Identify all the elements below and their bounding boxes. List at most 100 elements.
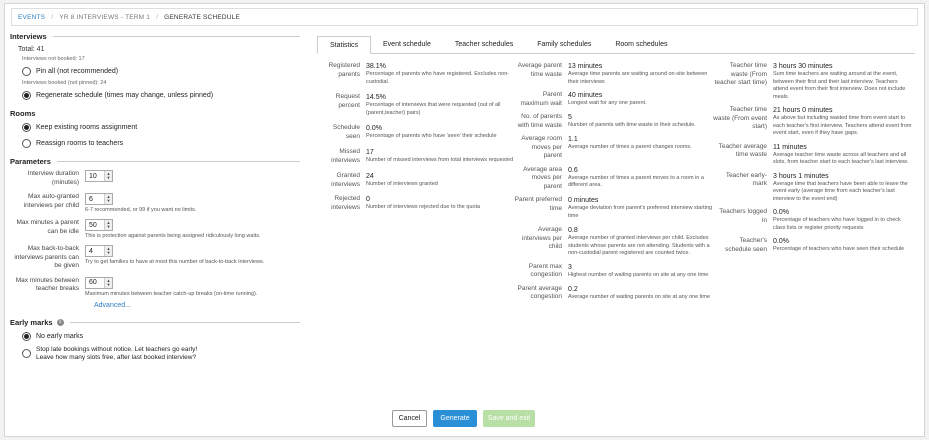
- param-teacher-breaks: Max minutes between teacher breaks 60 ▲ ▼…: [10, 276, 300, 297]
- breadcrumb-current: GENERATE SCHEDULE: [164, 13, 241, 21]
- param-hint: Try to get families to have at most this…: [85, 259, 265, 265]
- stat-label: Schedule seen: [332, 124, 360, 140]
- max-idle-stepper[interactable]: 50 ▲ ▼: [85, 219, 113, 231]
- stat-description: Number of missed interviews from total i…: [366, 157, 514, 163]
- interview-duration-stepper[interactable]: 10 ▲ ▼: [85, 170, 113, 182]
- settings-panel: Interviews Total: 41 Interviews not book…: [10, 32, 300, 362]
- stat-description: Average time parents are waiting around …: [568, 71, 708, 85]
- regenerate-option[interactable]: Regenerate schedule (times may change, u…: [22, 91, 300, 100]
- stat-label: Average room moves per parent: [521, 135, 562, 159]
- stat-value: 40 minutes: [568, 92, 603, 99]
- stat-description: Average number of granted interviews per…: [568, 235, 710, 256]
- stat-label: Teacher time waste (From teacher start t…: [714, 62, 767, 86]
- stat-row: Teacher time waste (From event start) 21 …: [713, 106, 913, 138]
- breadcrumb-event-name[interactable]: YR 8 INTERVIEWS - TERM 1: [59, 14, 150, 21]
- param-label: Interview duration (minutes): [27, 170, 79, 186]
- radio-selected-icon[interactable]: [22, 91, 31, 100]
- stat-value: 14.5%: [366, 94, 386, 101]
- interviews-not-booked: Interviews not booked: 17: [22, 56, 85, 62]
- tab-room-schedules[interactable]: Room schedules: [603, 36, 679, 54]
- keep-rooms-option[interactable]: Keep existing rooms assignment: [22, 123, 300, 132]
- stat-description: Percentage of parents who have registere…: [366, 71, 510, 85]
- back-to-back-stepper[interactable]: 4 ▲ ▼: [85, 245, 113, 257]
- radio-icon[interactable]: [22, 139, 31, 148]
- interviews-heading: Interviews: [10, 32, 300, 41]
- tab-event-schedule[interactable]: Event schedule: [371, 36, 443, 54]
- param-max-auto-granted: Max auto-granted interviews per child 6 …: [10, 193, 300, 213]
- param-back-to-back: Max back-to-back interviews parents can …: [10, 245, 300, 271]
- stepper-arrows-icon[interactable]: ▲ ▼: [104, 194, 112, 204]
- stat-row: Parent average congestion 0.2 Average numb…: [513, 285, 713, 302]
- stop-late-option[interactable]: Stop late bookings without notice. Let t…: [22, 346, 300, 362]
- stat-row: Average interviews per child 0.8 Average n…: [513, 226, 713, 258]
- generate-button[interactable]: Generate: [433, 410, 477, 427]
- stat-label: Teacher time waste (From event start): [713, 106, 767, 130]
- stat-value: 1.1: [568, 136, 578, 143]
- stats-column-teachers: Teacher time waste (From teacher start t…: [713, 62, 913, 254]
- save-and-exit-button[interactable]: Save and exit: [483, 410, 535, 427]
- stat-value: 0 minutes: [568, 197, 599, 204]
- info-icon[interactable]: i: [56, 318, 64, 326]
- stat-value: 17: [366, 149, 374, 156]
- stat-row: No. of parents with time waste 5 Number of…: [513, 113, 713, 130]
- stat-label: Teacher early-mark: [725, 171, 767, 188]
- stepper-arrows-icon[interactable]: ▲ ▼: [104, 246, 112, 256]
- tab-teacher-schedules[interactable]: Teacher schedules: [443, 36, 525, 54]
- cancel-button[interactable]: Cancel: [392, 410, 427, 427]
- stat-value: 0.0%: [773, 209, 789, 216]
- stat-label: Missed interviews: [331, 148, 360, 164]
- tab-family-schedules[interactable]: Family schedules: [525, 36, 603, 54]
- stat-row: Parent maximum wait 40 minutes Longest wai…: [513, 91, 713, 108]
- stats-column-waits: Average parent time waste 13 minutes Avera…: [513, 62, 713, 302]
- param-label: Max minutes between teacher breaks: [15, 276, 79, 293]
- stats-column-parents: Registered parents 38.1% Percentage of par…: [318, 62, 523, 212]
- rooms-heading: Rooms: [10, 109, 36, 118]
- stat-label: Parent maximum wait: [520, 91, 562, 107]
- breadcrumb-separator: /: [156, 13, 159, 21]
- radio-selected-icon[interactable]: [22, 123, 31, 132]
- stat-label: Granted interviews: [331, 172, 360, 188]
- param-label: Max minutes a parent can be idle: [16, 219, 79, 235]
- stat-row: Parent preferred time 0 minutes Average de…: [513, 196, 713, 220]
- stat-label: Average interviews per child: [521, 226, 562, 250]
- stat-description: Sum time teachers are waiting around at …: [773, 71, 906, 100]
- stepper-arrows-icon[interactable]: ▲ ▼: [104, 171, 112, 181]
- stepper-arrows-icon[interactable]: ▲ ▼: [104, 277, 112, 288]
- tab-statistics[interactable]: Statistics: [317, 36, 372, 54]
- tab-bar: Statistics Event schedule Teacher schedu…: [317, 36, 915, 54]
- reassign-rooms-option[interactable]: Reassign rooms to teachers: [22, 139, 300, 148]
- breadcrumb-separator: /: [51, 13, 54, 21]
- stat-description: Percentage of parents who have 'seen' th…: [366, 133, 497, 139]
- radio-icon[interactable]: [22, 67, 31, 76]
- stat-row: Schedule seen 0.0% Percentage of parents w…: [318, 124, 523, 141]
- leave-free-text: Leave how many slots free, after last bo…: [36, 353, 197, 361]
- stat-description: Number of parents with time waste in the…: [568, 122, 696, 128]
- stat-value: 0.2: [568, 285, 578, 293]
- radio-icon[interactable]: [22, 349, 31, 358]
- param-label: Max back-to-back interviews parents can …: [14, 245, 79, 269]
- stat-row: Teacher's schedule seen 0.0% Percentage of…: [713, 237, 913, 254]
- stat-label: No. of parents with time waste: [517, 113, 562, 129]
- stat-description: As above but including wasted time from …: [773, 115, 912, 136]
- stat-description: Average number of waiting parents on sit…: [568, 293, 711, 300]
- stat-description: Average number of times a parent changes…: [568, 144, 692, 150]
- stat-description: Average teacher time waste across all te…: [773, 151, 909, 166]
- stat-value: 24: [366, 173, 374, 180]
- action-buttons: Cancel Generate Save and exit: [392, 410, 535, 427]
- stat-description: Percentage of teachers who have seen the…: [773, 246, 905, 252]
- no-early-marks-option[interactable]: No early marks: [22, 331, 300, 341]
- breadcrumb: EVENTS / YR 8 INTERVIEWS - TERM 1 / GENE…: [11, 8, 918, 26]
- advanced-link[interactable]: Advanced...: [94, 302, 300, 309]
- stat-row: Request percent 14.5% Percentage of interv…: [318, 93, 523, 117]
- radio-selected-icon[interactable]: [22, 331, 31, 341]
- stepper-arrows-icon[interactable]: ▲ ▼: [104, 220, 112, 230]
- stat-description: Number of interviews rejected due to the…: [366, 204, 481, 210]
- max-auto-granted-stepper[interactable]: 6 ▲ ▼: [85, 193, 113, 205]
- stat-label: Parent preferred time: [514, 196, 562, 212]
- breadcrumb-events[interactable]: EVENTS: [18, 14, 45, 21]
- pin-all-option[interactable]: Pin all (not recommended): [22, 67, 300, 76]
- stat-label: Teachers logged in: [719, 208, 767, 224]
- teacher-breaks-stepper[interactable]: 60 ▲ ▼: [85, 276, 113, 289]
- stat-value: 0.0%: [366, 125, 382, 132]
- interviews-total: Total: 41: [18, 46, 45, 53]
